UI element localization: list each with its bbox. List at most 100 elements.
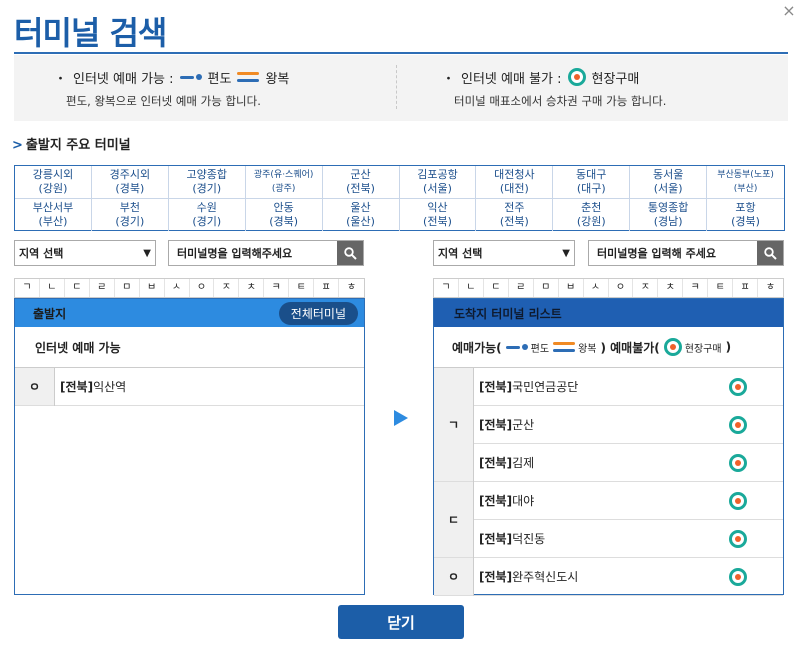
terminal-region: (강원) (576, 215, 606, 228)
consonant-filter-2[interactable]: ㄷ (65, 279, 90, 297)
consonant-filter-8[interactable]: ㅈ (214, 279, 240, 297)
close-button[interactable]: 닫기 (338, 605, 464, 639)
consonant-filter-4[interactable]: ㅁ (534, 279, 559, 297)
consonant-filter-13[interactable]: ㅎ (339, 279, 364, 297)
major-terminal-13[interactable]: 안동 (경북) (246, 199, 323, 231)
terminal-region: [전북] (479, 418, 513, 432)
major-terminals-grid: 강릉시외 (강원) 경주시외 (경북) 고양종합 (경기) 광주(유·스퀘어) (광주) 군산(… (14, 165, 785, 231)
consonant-filter-1[interactable]: ㄴ (459, 279, 484, 297)
arrow-right-icon (394, 410, 408, 426)
terminal-name: 완주혁신도시 (512, 570, 579, 584)
major-terminal-7[interactable]: 동대구 (대구) (553, 166, 631, 199)
consonant-filter-11[interactable]: ㅌ (708, 279, 734, 297)
major-terminal-1[interactable]: 경주시외 (경북) (91, 166, 169, 199)
consonant-filter-3[interactable]: ㄹ (509, 279, 534, 297)
terminal-region: (서울) (423, 182, 452, 195)
consonant-filter-12[interactable]: ㅍ (733, 279, 759, 297)
terminal-row[interactable]: [전북]군산 (474, 406, 783, 444)
consonant-filter-5[interactable]: ㅂ (140, 279, 165, 297)
terminal-name: 대야 (512, 494, 535, 508)
search-button[interactable] (337, 241, 363, 265)
arrival-region-select[interactable]: 지역 선택 ▼ (433, 240, 575, 266)
major-terminal-11[interactable]: 부천 (경기) (92, 199, 169, 231)
consonant-filter-7[interactable]: ㅇ (609, 279, 634, 297)
terminal-name: 수원 (196, 201, 217, 214)
consonant-filter-0[interactable]: ㄱ (15, 279, 40, 297)
terminal-row[interactable]: [전북]국민연금공단 (474, 368, 783, 406)
chevron-right-icon: > (12, 138, 23, 153)
major-terminal-15[interactable]: 익산 (전북) (400, 199, 477, 231)
major-terminal-3[interactable]: 광주(유·스퀘어) (광주) (245, 166, 323, 199)
departure-region-select[interactable]: 지역 선택 ▼ (14, 240, 156, 266)
consonant-filter-7[interactable]: ㅇ (190, 279, 215, 297)
major-terminal-4[interactable]: 군산 (전북) (322, 166, 400, 199)
consonant-filter-9[interactable]: ㅊ (239, 279, 265, 297)
all-terminals-button[interactable]: 전체터미널 (278, 301, 358, 325)
initial-column: ㅇ (15, 368, 55, 406)
consonant-filter-1[interactable]: ㄴ (40, 279, 65, 297)
consonant-filter-13[interactable]: ㅎ (758, 279, 783, 297)
consonant-filter-12[interactable]: ㅍ (314, 279, 340, 297)
items-column: [전북]익산역 (55, 368, 364, 406)
terminal-name: 울산 (350, 201, 371, 214)
major-terminal-16[interactable]: 전주 (전북) (476, 199, 554, 231)
terminal-label: [전북]덕진동 (479, 530, 545, 547)
consonant-filter-8[interactable]: ㅈ (633, 279, 659, 297)
consonant-filter-5[interactable]: ㅂ (559, 279, 584, 297)
terminal-name: 춘천 (581, 201, 602, 214)
arrival-legend: 예매가능( 편도 왕복 ) 예매불가( 현장구매 ) (434, 327, 783, 367)
roundtrip-label: 왕복 (265, 71, 290, 87)
terminal-row[interactable]: [전북]김제 (474, 444, 783, 482)
terminal-label: [전북]김제 (479, 454, 534, 471)
onsite-purchase-icon (729, 529, 747, 548)
legend-oneway-label: 편도 (530, 343, 550, 355)
major-terminal-6[interactable]: 대전청사 (대전) (476, 166, 554, 199)
major-terminal-0[interactable]: 강릉시외 (강원) (15, 166, 92, 199)
consonant-filter-11[interactable]: ㅌ (289, 279, 315, 297)
major-terminal-12[interactable]: 수원 (경기) (169, 199, 246, 231)
terminal-row[interactable]: [전북]대야 (474, 482, 783, 520)
initial-label: ㄱ (434, 368, 473, 482)
major-terminal-18[interactable]: 통영종합 (경남) (630, 199, 708, 231)
search-icon (343, 246, 357, 260)
major-terminal-19[interactable]: 포항 (경북) (707, 199, 784, 231)
consonant-filter-10[interactable]: ㅋ (683, 279, 709, 297)
consonant-filter-3[interactable]: ㄹ (90, 279, 115, 297)
close-icon[interactable]: × (780, 2, 798, 20)
consonant-filter-9[interactable]: ㅊ (658, 279, 684, 297)
consonant-filter-4[interactable]: ㅁ (115, 279, 140, 297)
search-button[interactable] (757, 241, 783, 265)
terminal-label: [전북]익산역 (60, 378, 126, 395)
departure-search-input[interactable] (169, 241, 337, 265)
consonant-filter-6[interactable]: ㅅ (584, 279, 609, 297)
region-select-label: 지역 선택 (438, 247, 483, 260)
terminal-row[interactable]: [전북]완주혁신도시 (474, 558, 783, 596)
onsite-purchase-icon (729, 377, 747, 396)
major-terminal-9[interactable]: 부산동부(노포) (부산) (707, 166, 784, 199)
terminal-region: [전북] (479, 456, 513, 470)
consonant-filter-0[interactable]: ㄱ (434, 279, 459, 297)
major-terminal-8[interactable]: 동서울 (서울) (630, 166, 708, 199)
terminal-region: (대구) (576, 182, 606, 195)
consonant-filter-10[interactable]: ㅋ (264, 279, 290, 297)
terminal-name: 포항 (735, 201, 756, 214)
major-terminal-10[interactable]: 부산서부 (부산) (15, 199, 92, 231)
major-terminal-17[interactable]: 춘천 (강원) (553, 199, 631, 231)
consonant-filter-6[interactable]: ㅅ (165, 279, 190, 297)
terminal-row[interactable]: [전북]덕진동 (474, 520, 783, 558)
title-divider (14, 52, 788, 54)
online-impossible-desc: 터미널 매표소에서 승차권 구매 가능 합니다. (454, 94, 667, 108)
major-terminal-14[interactable]: 울산 (울산) (323, 199, 400, 231)
terminal-region: (대전) (499, 182, 529, 195)
arrival-search-input[interactable] (589, 241, 757, 265)
terminal-row[interactable]: [전북]익산역 (55, 368, 364, 406)
online-possible-info: ・ 인터넷 예매 가능 : 편도 왕복 편도, 왕복으로 인터넷 예매 가능 합… (54, 67, 289, 109)
major-terminal-5[interactable]: 김포공항 (서울) (399, 166, 477, 199)
onsite-purchase-icon (663, 338, 682, 356)
terminal-region: (전북) (346, 182, 375, 195)
consonant-filter-2[interactable]: ㄷ (484, 279, 509, 297)
info-divider (396, 65, 397, 109)
terminal-name: 고양종합 (186, 168, 227, 181)
major-terminal-2[interactable]: 고양종합 (경기) (168, 166, 246, 199)
terminal-region: [전북] (479, 570, 513, 584)
